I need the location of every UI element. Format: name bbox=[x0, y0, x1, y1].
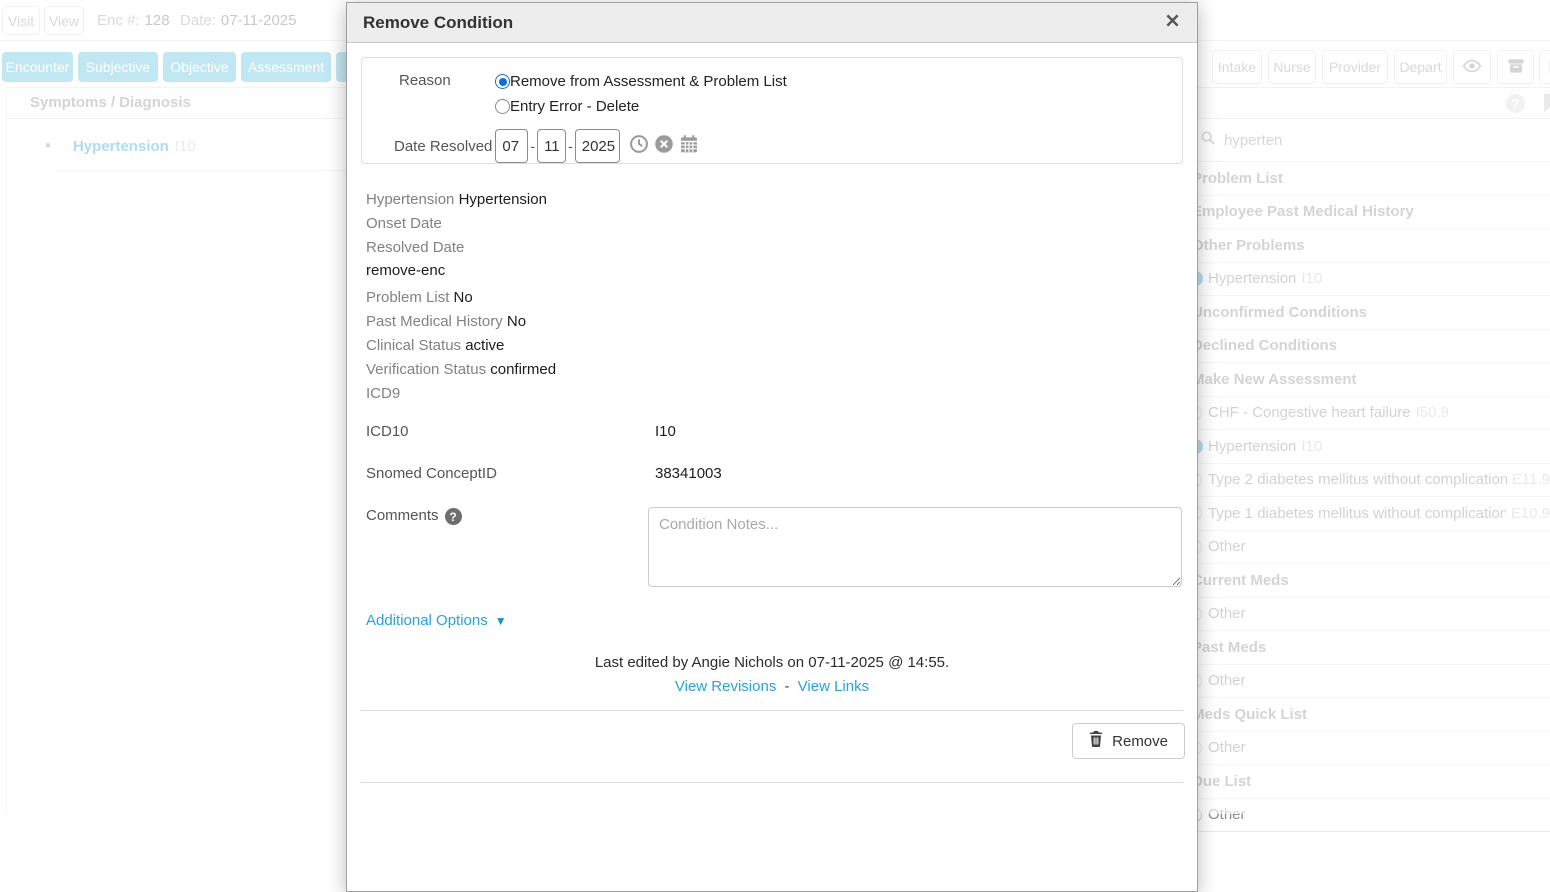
remove-condition-modal: Remove Condition Reason Remove from Asse… bbox=[346, 2, 1198, 892]
detail-label: Resolved Date bbox=[366, 239, 464, 256]
detail-row: Verification Status confirmed bbox=[366, 358, 1197, 382]
detail-label: ICD9 bbox=[366, 385, 400, 402]
snomed-row: Snomed ConceptID 38341003 bbox=[366, 465, 1197, 482]
screen: Visit View Enc #:128 Date:07-11-2025 Enc… bbox=[0, 0, 1550, 814]
detail-label: Clinical Status bbox=[366, 337, 465, 354]
trash-icon bbox=[1089, 731, 1103, 751]
detail-label: Verification Status bbox=[366, 361, 490, 378]
day-field[interactable] bbox=[537, 129, 566, 163]
last-edited-text: Last edited by Angie Nichols on 07-11-20… bbox=[347, 654, 1197, 671]
detail-row: Past Medical History No bbox=[366, 310, 1197, 334]
detail-value: confirmed bbox=[490, 361, 556, 378]
revision-links: View Revisions - View Links bbox=[347, 678, 1197, 695]
reason-box: Reason Remove from Assessment & Problem … bbox=[361, 57, 1183, 164]
snomed-value: 38341003 bbox=[648, 465, 722, 482]
detail-row: remove-enc bbox=[366, 260, 1197, 281]
month-field[interactable] bbox=[495, 129, 528, 163]
year-field[interactable] bbox=[575, 129, 620, 163]
comments-row: Comments ? bbox=[366, 507, 1197, 587]
detail-row: Resolved Date bbox=[366, 236, 1197, 260]
detail-row: Onset Date bbox=[366, 212, 1197, 236]
icd10-value: I10 bbox=[648, 423, 676, 440]
chevron-down-icon: ▼ bbox=[495, 614, 507, 628]
date-resolved-row: Date Resolved - - bbox=[394, 129, 1182, 163]
date-separator: - bbox=[530, 138, 535, 154]
date-separator: - bbox=[568, 138, 573, 154]
detail-label: Problem List bbox=[366, 289, 454, 306]
detail-row: Hypertension Hypertension bbox=[366, 188, 1197, 212]
detail-value: active bbox=[465, 337, 504, 354]
detail-label: Past Medical History bbox=[366, 313, 507, 330]
reason-options: Remove from Assessment & Problem List En… bbox=[495, 69, 787, 119]
close-button[interactable] bbox=[1161, 12, 1183, 34]
detail-value: Hypertension bbox=[459, 191, 547, 208]
clear-date-icon[interactable] bbox=[654, 134, 674, 159]
view-revisions-link[interactable]: View Revisions bbox=[675, 678, 776, 695]
radio-label: Entry Error - Delete bbox=[510, 98, 639, 115]
code-fields: ICD10 I10 Snomed ConceptID 38341003 Comm… bbox=[366, 423, 1197, 587]
condition-details: Hypertension Hypertension Onset Date Res… bbox=[366, 188, 1197, 406]
snomed-label: Snomed ConceptID bbox=[366, 465, 648, 482]
view-links-link[interactable]: View Links bbox=[798, 678, 869, 695]
footer-divider-bottom bbox=[361, 782, 1183, 783]
icd10-row: ICD10 I10 bbox=[366, 423, 1197, 440]
radio-label: Remove from Assessment & Problem List bbox=[510, 73, 787, 90]
detail-value: No bbox=[454, 289, 473, 306]
modal-title: Remove Condition bbox=[363, 13, 513, 33]
radio-unselected-icon[interactable] bbox=[495, 99, 510, 114]
date-resolved-label: Date Resolved bbox=[394, 138, 492, 155]
detail-label: Hypertension bbox=[366, 191, 459, 208]
link-separator: - bbox=[785, 678, 790, 695]
additional-options-toggle[interactable]: Additional Options ▼ bbox=[366, 612, 1197, 629]
radio-option-entry-error[interactable]: Entry Error - Delete bbox=[495, 94, 787, 119]
radio-selected-icon[interactable] bbox=[495, 74, 510, 89]
detail-label: Onset Date bbox=[366, 215, 442, 232]
detail-value: No bbox=[507, 313, 526, 330]
comments-help-icon[interactable]: ? bbox=[445, 508, 462, 525]
calendar-icon[interactable] bbox=[679, 134, 699, 159]
close-icon bbox=[1166, 14, 1179, 32]
detail-row: Clinical Status active bbox=[366, 334, 1197, 358]
icd10-label: ICD10 bbox=[366, 423, 648, 440]
reason-label: Reason bbox=[399, 69, 495, 119]
radio-option-remove[interactable]: Remove from Assessment & Problem List bbox=[495, 69, 787, 94]
detail-row: Problem List No bbox=[366, 286, 1197, 310]
remove-button-label: Remove bbox=[1112, 733, 1168, 750]
clock-icon[interactable] bbox=[629, 134, 649, 159]
detail-row: ICD9 bbox=[366, 382, 1197, 406]
remove-button[interactable]: Remove bbox=[1072, 723, 1185, 759]
comments-textarea[interactable] bbox=[648, 507, 1182, 587]
detail-value: remove-enc bbox=[366, 262, 445, 279]
modal-header: Remove Condition bbox=[347, 3, 1197, 43]
additional-options-label: Additional Options bbox=[366, 612, 488, 629]
comments-label: Comments bbox=[366, 507, 439, 524]
footer-button-row: Remove bbox=[347, 711, 1197, 759]
